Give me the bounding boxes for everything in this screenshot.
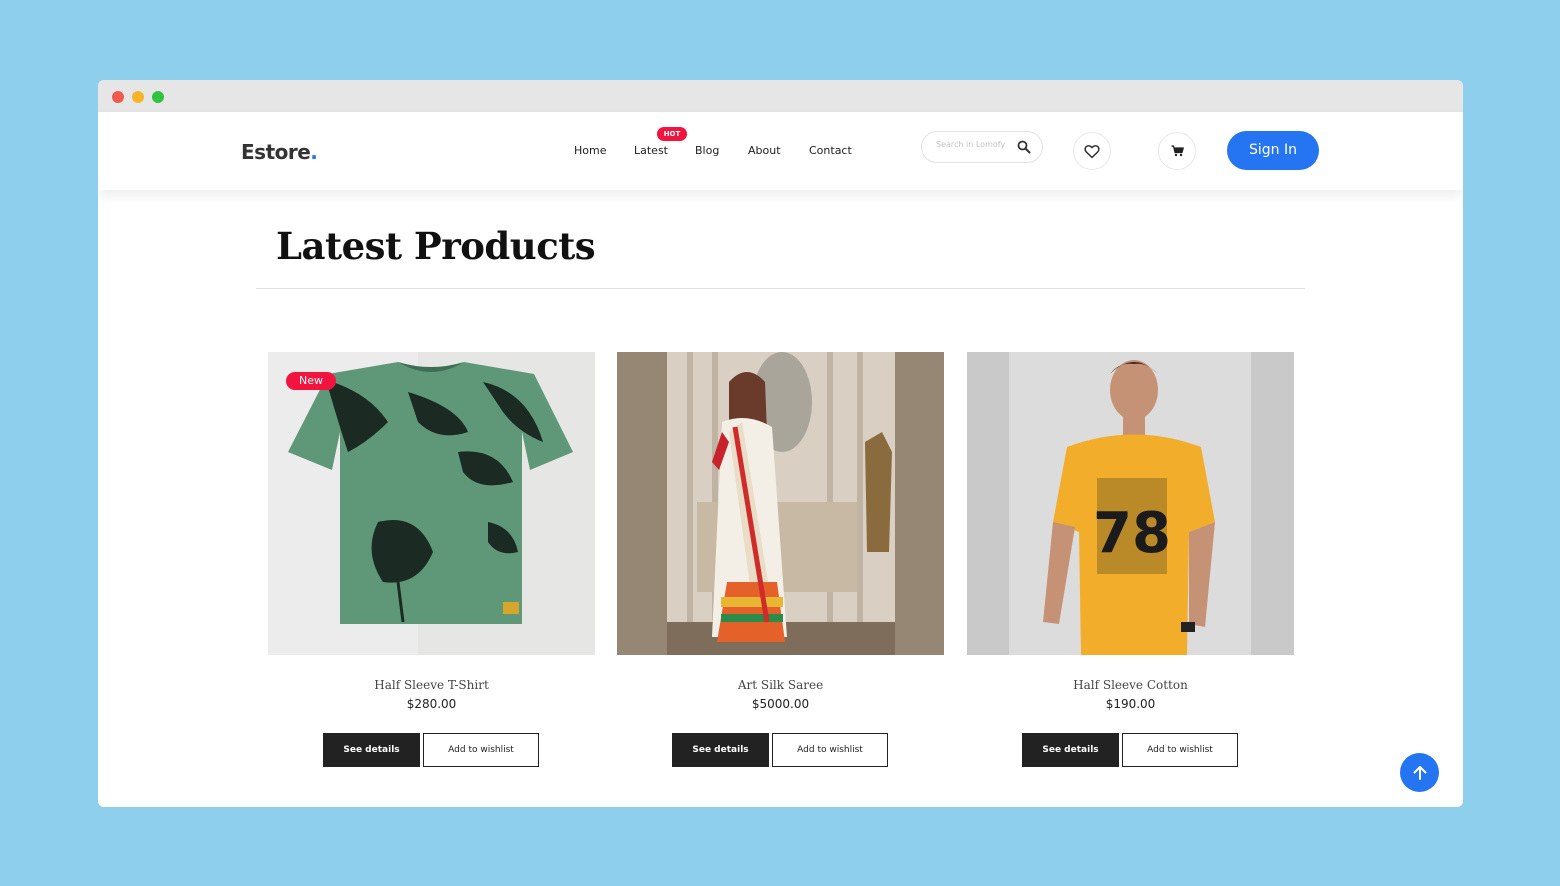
hot-badge: HOT: [657, 127, 687, 141]
heart-icon: [1084, 144, 1100, 158]
see-details-button[interactable]: See details: [672, 733, 769, 767]
maximize-window-button[interactable]: [152, 91, 164, 103]
sign-in-button[interactable]: Sign In: [1227, 131, 1319, 170]
product-price: $5000.00: [751, 697, 810, 711]
search-box: [921, 131, 1043, 163]
browser-window: Estore. Home Latest HOT Blog About Conta…: [98, 80, 1463, 807]
window-titlebar: [98, 80, 1463, 112]
site-logo[interactable]: Estore.: [241, 140, 318, 164]
page-title: Latest Products: [276, 224, 596, 268]
product-card: New Half Sleeve T-Shirt $280.00 See deta…: [268, 352, 595, 767]
saree-photo: [617, 352, 944, 655]
cart-button[interactable]: [1158, 132, 1196, 170]
product-image[interactable]: New: [268, 352, 595, 655]
logo-dot: .: [310, 140, 318, 164]
site-header: Estore. Home Latest HOT Blog About Conta…: [98, 112, 1463, 190]
title-divider: [256, 288, 1305, 289]
scroll-to-top-button[interactable]: [1400, 753, 1439, 792]
close-window-button[interactable]: [112, 91, 124, 103]
search-input[interactable]: [936, 140, 1016, 149]
add-to-wishlist-button[interactable]: Add to wishlist: [423, 733, 539, 767]
product-name[interactable]: Half Sleeve T-Shirt: [268, 678, 595, 692]
nav-link-latest[interactable]: Latest: [634, 144, 668, 157]
see-details-button[interactable]: See details: [323, 733, 420, 767]
product-price: $190.00: [1105, 697, 1156, 711]
product-image[interactable]: [617, 352, 944, 655]
yellow-tshirt-photo: 78: [967, 352, 1294, 655]
arrow-up-icon: [1413, 765, 1426, 780]
minimize-window-button[interactable]: [132, 91, 144, 103]
product-card: Art Silk Saree $5000.00 See details Add …: [617, 352, 944, 767]
see-details-button[interactable]: See details: [1022, 733, 1119, 767]
product-image[interactable]: 78: [967, 352, 1294, 655]
cart-icon: [1171, 145, 1184, 157]
tshirt-print-text: 78: [1093, 501, 1171, 566]
nav-link-blog[interactable]: Blog: [695, 144, 719, 157]
nav-link-about[interactable]: About: [748, 144, 781, 157]
product-card: 78 Half Sleeve Cotton $190.00 See detail…: [967, 352, 1294, 767]
search-icon[interactable]: [1017, 140, 1031, 154]
nav-link-contact[interactable]: Contact: [809, 144, 852, 157]
wishlist-button[interactable]: [1073, 132, 1111, 170]
new-badge: New: [286, 372, 336, 390]
product-name[interactable]: Half Sleeve Cotton: [967, 678, 1294, 692]
product-name[interactable]: Art Silk Saree: [617, 678, 944, 692]
logo-text: Estore: [241, 140, 311, 164]
add-to-wishlist-button[interactable]: Add to wishlist: [772, 733, 888, 767]
tshirt-photo: [268, 352, 595, 655]
add-to-wishlist-button[interactable]: Add to wishlist: [1122, 733, 1238, 767]
product-price: $280.00: [406, 697, 457, 711]
nav-link-home[interactable]: Home: [574, 144, 606, 157]
